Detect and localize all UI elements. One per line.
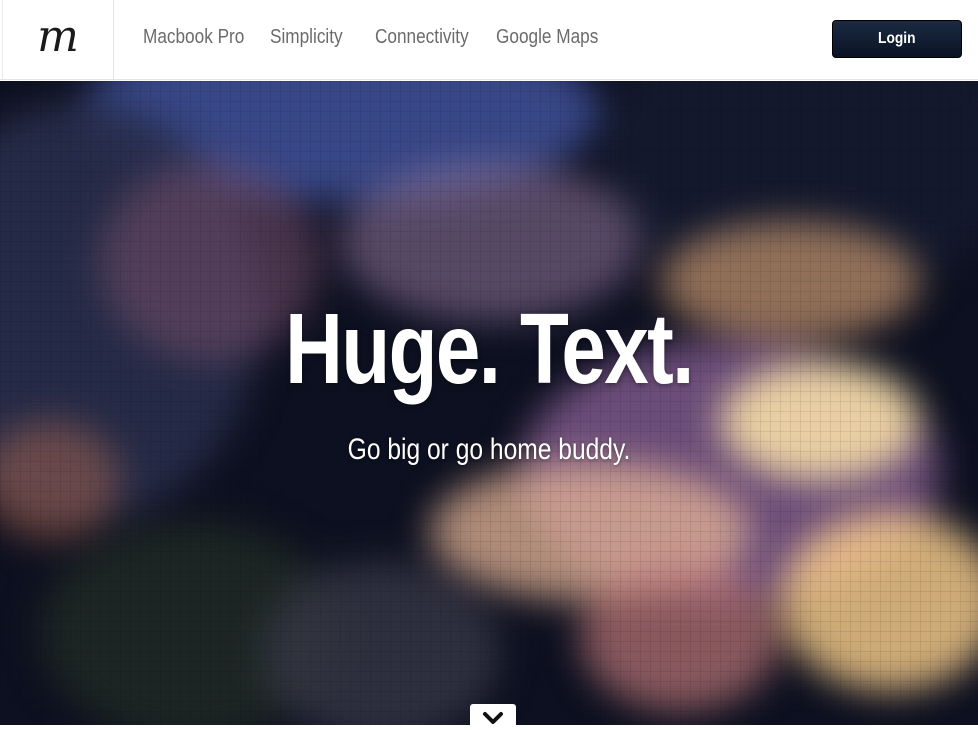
scroll-down-button[interactable] bbox=[470, 704, 516, 730]
login-label: Login bbox=[878, 30, 916, 47]
chevron-down-icon bbox=[483, 712, 503, 724]
site-header: m Macbook Pro Simplicity Connectivity Go… bbox=[0, 0, 978, 80]
hero-subtitle: Go big or go home buddy. bbox=[347, 433, 631, 466]
login-button[interactable]: Login bbox=[832, 20, 962, 58]
hero-section: Huge. Text. Go big or go home buddy. bbox=[0, 81, 978, 725]
logo[interactable]: m bbox=[2, 0, 114, 80]
nav-item-macbook-pro[interactable]: Macbook Pro bbox=[143, 26, 244, 49]
nav-item-simplicity[interactable]: Simplicity bbox=[270, 26, 347, 49]
hero-title: Huge. Text. bbox=[285, 293, 694, 405]
main-nav: Macbook Pro Simplicity Connectivity Goog… bbox=[143, 26, 630, 49]
nav-item-connectivity[interactable]: Connectivity bbox=[375, 26, 469, 49]
logo-mark: m bbox=[37, 11, 79, 62]
nav-item-google-maps[interactable]: Google Maps bbox=[496, 26, 598, 49]
